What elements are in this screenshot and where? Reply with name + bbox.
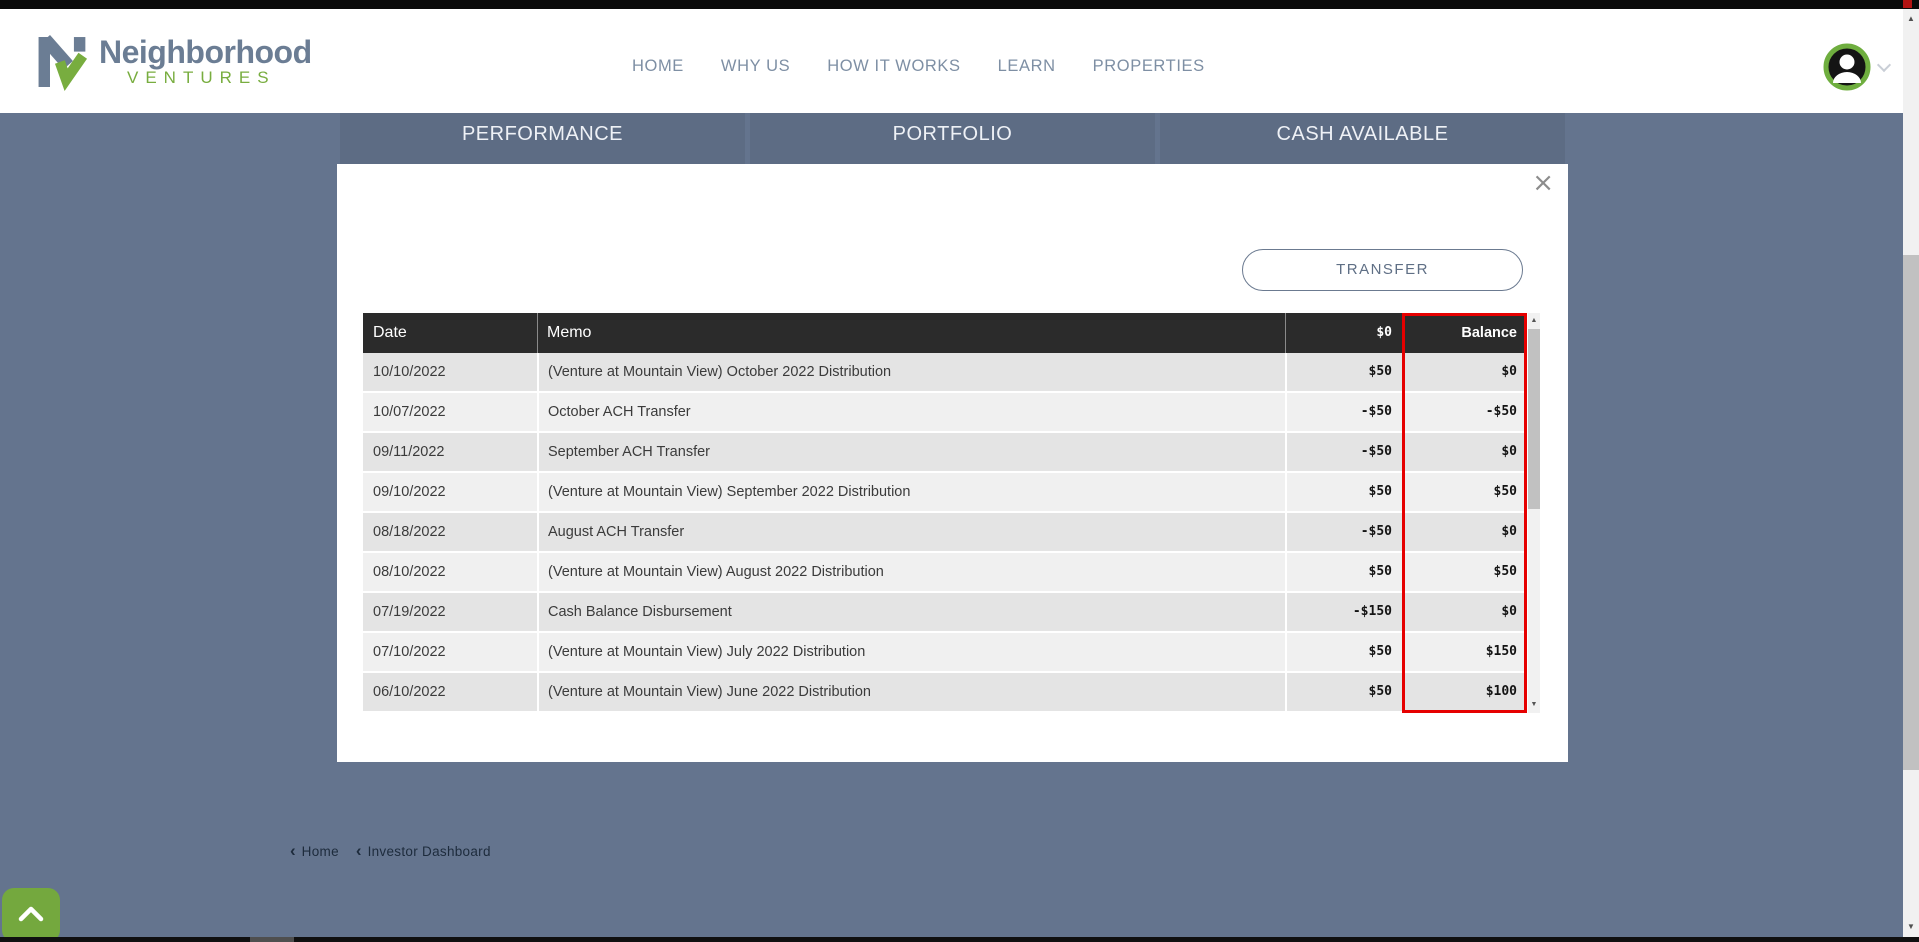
cell-date: 09/10/2022 — [363, 473, 537, 511]
cell-amount: -$150 — [1285, 593, 1402, 631]
cell-balance: $0 — [1402, 433, 1527, 471]
user-avatar[interactable] — [1823, 43, 1871, 91]
breadcrumb-dashboard-label: Investor Dashboard — [368, 844, 491, 859]
col-header-memo: Memo — [537, 313, 1285, 353]
cell-memo: Cash Balance Disbursement — [537, 593, 1285, 631]
logo-line2: VENTURES — [99, 68, 312, 88]
transactions-table: Date Memo $0 Balance 10/10/2022 (Venture… — [363, 313, 1527, 713]
cell-memo: (Venture at Mountain View) October 2022 … — [537, 353, 1285, 391]
nav-home[interactable]: HOME — [632, 57, 684, 76]
cell-balance: $0 — [1402, 353, 1527, 391]
cell-date: 10/10/2022 — [363, 353, 537, 391]
cell-balance: $100 — [1402, 673, 1527, 711]
avatar-icon — [1823, 43, 1871, 91]
table-row: 07/10/2022 (Venture at Mountain View) Ju… — [363, 633, 1527, 673]
table-scroll-up-icon[interactable]: ▲ — [1528, 315, 1540, 327]
cell-date: 06/10/2022 — [363, 673, 537, 711]
table-row: 06/10/2022 (Venture at Mountain View) Ju… — [363, 673, 1527, 713]
cell-date: 10/07/2022 — [363, 393, 537, 431]
breadcrumb-home-label: Home — [302, 844, 339, 859]
col-header-balance: Balance — [1402, 313, 1527, 353]
recording-indicator — [1903, 0, 1912, 8]
cell-amount: $50 — [1285, 553, 1402, 591]
breadcrumb-chevron-icon: ‹ — [356, 843, 362, 859]
taskbar-notch — [250, 937, 294, 942]
cell-date: 08/10/2022 — [363, 553, 537, 591]
cell-amount: -$50 — [1285, 513, 1402, 551]
site-header: Neighborhood VENTURES HOME WHY US HOW IT… — [0, 9, 1919, 113]
cell-date: 07/19/2022 — [363, 593, 537, 631]
cell-amount: $50 — [1285, 673, 1402, 711]
cell-balance: $50 — [1402, 553, 1527, 591]
table-scrollbar[interactable]: ▲ ▼ — [1528, 313, 1540, 713]
breadcrumb-chevron-icon: ‹ — [290, 843, 296, 859]
cell-amount: $50 — [1285, 633, 1402, 671]
page-scroll-down-icon[interactable]: ▼ — [1903, 919, 1919, 935]
bottom-system-bar — [0, 937, 1919, 942]
logo-n-icon — [37, 33, 89, 91]
cell-memo: October ACH Transfer — [537, 393, 1285, 431]
breadcrumb-home[interactable]: ‹ Home — [290, 843, 339, 859]
table-row: 07/19/2022 Cash Balance Disbursement -$1… — [363, 593, 1527, 633]
page-scrollbar[interactable]: ▲ ▼ — [1903, 9, 1919, 937]
table-row: 08/18/2022 August ACH Transfer -$50 $0 — [363, 513, 1527, 553]
cell-balance: $0 — [1402, 593, 1527, 631]
cell-memo: (Venture at Mountain View) June 2022 Dis… — [537, 673, 1285, 711]
breadcrumb-investor-dashboard[interactable]: ‹ Investor Dashboard — [356, 843, 491, 859]
table-header-row: Date Memo $0 Balance — [363, 313, 1527, 353]
cell-date: 08/18/2022 — [363, 513, 537, 551]
cell-balance: $0 — [1402, 513, 1527, 551]
cell-memo: (Venture at Mountain View) September 202… — [537, 473, 1285, 511]
cell-memo: August ACH Transfer — [537, 513, 1285, 551]
cash-available-modal: × TRANSFER Date Memo $0 Balance 10/10/20… — [337, 164, 1568, 762]
col-header-date: Date — [363, 313, 537, 353]
cell-amount: $50 — [1285, 473, 1402, 511]
cell-balance: $50 — [1402, 473, 1527, 511]
site-logo[interactable]: Neighborhood VENTURES — [37, 33, 312, 91]
page-scroll-up-icon[interactable]: ▲ — [1903, 11, 1919, 27]
transfer-button[interactable]: TRANSFER — [1242, 249, 1523, 291]
table-row: 10/10/2022 (Venture at Mountain View) Oc… — [363, 353, 1527, 393]
logo-line1: Neighborhood — [99, 36, 312, 68]
cell-amount: $50 — [1285, 353, 1402, 391]
cell-date: 07/10/2022 — [363, 633, 537, 671]
nav-properties[interactable]: PROPERTIES — [1093, 57, 1205, 76]
cell-memo: (Venture at Mountain View) July 2022 Dis… — [537, 633, 1285, 671]
table-row: 09/11/2022 September ACH Transfer -$50 $… — [363, 433, 1527, 473]
table-row: 10/07/2022 October ACH Transfer -$50 -$5… — [363, 393, 1527, 433]
account-chevron-down-icon[interactable] — [1878, 59, 1890, 71]
breadcrumb: ‹ Home ‹ Investor Dashboard — [290, 843, 491, 859]
table-scrollbar-thumb[interactable] — [1528, 329, 1540, 509]
nav-why-us[interactable]: WHY US — [721, 57, 790, 76]
cell-amount: -$50 — [1285, 433, 1402, 471]
cell-memo: September ACH Transfer — [537, 433, 1285, 471]
close-icon[interactable]: × — [1532, 170, 1554, 196]
table-scroll-down-icon[interactable]: ▼ — [1528, 699, 1540, 711]
table-row: 08/10/2022 (Venture at Mountain View) Au… — [363, 553, 1527, 593]
cell-balance: -$50 — [1402, 393, 1527, 431]
page-scrollbar-thumb[interactable] — [1903, 255, 1919, 770]
main-nav: HOME WHY US HOW IT WORKS LEARN PROPERTIE… — [632, 57, 1205, 76]
cell-amount: -$50 — [1285, 393, 1402, 431]
table-row: 09/10/2022 (Venture at Mountain View) Se… — [363, 473, 1527, 513]
cell-balance: $150 — [1402, 633, 1527, 671]
cell-memo: (Venture at Mountain View) August 2022 D… — [537, 553, 1285, 591]
top-system-bar — [0, 0, 1919, 9]
chevron-up-icon — [15, 902, 47, 928]
nav-learn[interactable]: LEARN — [998, 57, 1056, 76]
logo-text: Neighborhood VENTURES — [99, 36, 312, 88]
nav-how-it-works[interactable]: HOW IT WORKS — [827, 57, 960, 76]
back-to-top-button[interactable] — [2, 888, 60, 942]
col-header-amount: $0 — [1285, 313, 1402, 353]
cell-date: 09/11/2022 — [363, 433, 537, 471]
